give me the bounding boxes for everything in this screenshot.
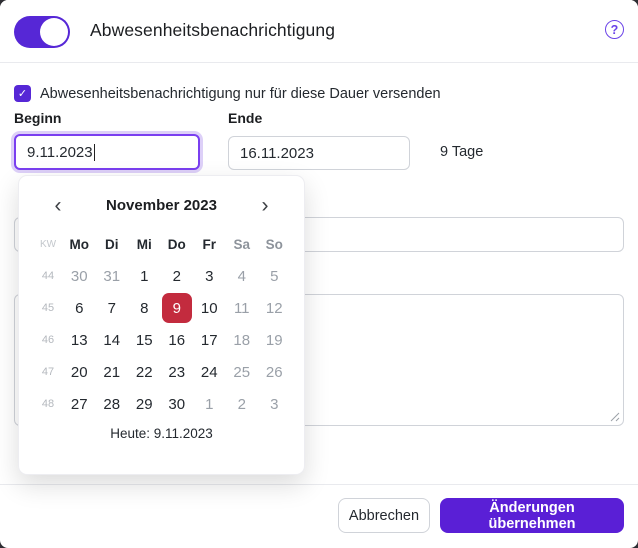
- header-divider: [0, 62, 638, 63]
- calendar-day[interactable]: 2: [161, 260, 194, 292]
- calendar-day[interactable]: 14: [96, 324, 129, 356]
- week-number: 46: [41, 334, 55, 346]
- help-icon[interactable]: ?: [605, 20, 624, 39]
- calendar-col-header: Mo: [69, 236, 90, 252]
- calendar-day[interactable]: 5: [258, 260, 291, 292]
- calendar-day[interactable]: 24: [193, 356, 226, 388]
- calendar-day[interactable]: 18: [226, 324, 259, 356]
- calendar-day[interactable]: 10: [193, 292, 226, 324]
- calendar-day[interactable]: 30: [63, 260, 96, 292]
- end-label: Ende: [228, 110, 263, 126]
- end-date-input[interactable]: 16.11.2023: [228, 136, 410, 170]
- duration-checkbox[interactable]: ✓: [14, 85, 31, 102]
- chevron-left-icon[interactable]: ‹: [47, 194, 69, 216]
- begin-label: Beginn: [14, 110, 62, 126]
- calendar-day[interactable]: 21: [96, 356, 129, 388]
- calendar-day[interactable]: 1: [128, 260, 161, 292]
- calendar-day[interactable]: 3: [193, 260, 226, 292]
- calendar-day[interactable]: 25: [226, 356, 259, 388]
- calendar-today-link[interactable]: Heute: 9.11.2023: [33, 426, 290, 441]
- calendar-month-label: November 2023: [106, 196, 217, 214]
- calendar-col-header: Sa: [233, 236, 250, 252]
- begin-date-value: 9.11.2023: [27, 143, 93, 161]
- calendar-day[interactable]: 11: [226, 292, 259, 324]
- duration-checkbox-label[interactable]: Abwesenheitsbenachrichtigung nur für die…: [40, 86, 441, 102]
- calendar-col-header: Fr: [202, 236, 217, 252]
- date-picker-popup: ‹ November 2023 › KW Mo Di Mi Do Fr Sa So 44 30 31…: [18, 175, 305, 475]
- calendar-day[interactable]: 29: [128, 388, 161, 420]
- duration-days-text: 9 Tage: [440, 144, 484, 160]
- duration-checkbox-row: ✓ Abwesenheitsbenachrichtigung nur für d…: [14, 85, 441, 102]
- calendar-col-header: So: [265, 236, 283, 252]
- chevron-right-icon[interactable]: ›: [254, 194, 276, 216]
- week-number: 45: [41, 302, 55, 314]
- calendar-col-header: Mi: [136, 236, 152, 252]
- week-number: 48: [41, 398, 55, 410]
- calendar-day-selected[interactable]: 9: [161, 292, 194, 324]
- dialog-title: Abwesenheitsbenachrichtigung: [90, 20, 336, 40]
- calendar-day[interactable]: 15: [128, 324, 161, 356]
- text-caret: [93, 143, 95, 161]
- calendar-day[interactable]: 4: [226, 260, 259, 292]
- week-number: 44: [41, 270, 55, 282]
- cancel-button[interactable]: Abbrechen: [338, 498, 430, 533]
- screenshot-stage: Abwesenheitsbenachrichtigung ? ✓ Abwesen…: [0, 0, 638, 548]
- calendar-day[interactable]: 6: [63, 292, 96, 324]
- calendar-day[interactable]: 13: [63, 324, 96, 356]
- calendar-day[interactable]: 16: [161, 324, 194, 356]
- calendar-day[interactable]: 3: [258, 388, 291, 420]
- out-of-office-dialog: Abwesenheitsbenachrichtigung ? ✓ Abwesen…: [0, 0, 638, 548]
- toggle-knob-icon: [40, 18, 68, 46]
- calendar-day[interactable]: 23: [161, 356, 194, 388]
- calendar-day[interactable]: 26: [258, 356, 291, 388]
- calendar-day[interactable]: 20: [63, 356, 96, 388]
- calendar-col-header: Di: [105, 236, 119, 252]
- calendar-day[interactable]: 27: [63, 388, 96, 420]
- calendar-grid: KW Mo Di Mi Do Fr Sa So 44 30 31 1 2 3 4 5 45 6 7 8 9 10 11 12 4…: [33, 228, 290, 420]
- calendar-col-header: KW: [39, 238, 57, 250]
- calendar-day[interactable]: 30: [161, 388, 194, 420]
- calendar-day[interactable]: 28: [96, 388, 129, 420]
- calendar-day[interactable]: 17: [193, 324, 226, 356]
- calendar-col-header: Do: [167, 236, 186, 252]
- absence-toggle[interactable]: [14, 16, 70, 48]
- footer-divider: [0, 484, 638, 485]
- calendar-day[interactable]: 19: [258, 324, 291, 356]
- calendar-day[interactable]: 12: [258, 292, 291, 324]
- begin-date-input[interactable]: 9.11.2023: [14, 134, 200, 170]
- resize-handle-icon[interactable]: [609, 411, 620, 422]
- calendar-day[interactable]: 1: [193, 388, 226, 420]
- end-date-value: 16.11.2023: [240, 144, 314, 162]
- submit-button[interactable]: Änderungen übernehmen: [440, 498, 624, 533]
- week-number: 47: [41, 366, 55, 378]
- calendar-day[interactable]: 31: [96, 260, 129, 292]
- calendar-day[interactable]: 7: [96, 292, 129, 324]
- calendar-day[interactable]: 8: [128, 292, 161, 324]
- calendar-header: ‹ November 2023 ›: [33, 192, 290, 218]
- calendar-day[interactable]: 22: [128, 356, 161, 388]
- dialog-header: Abwesenheitsbenachrichtigung ?: [0, 0, 638, 62]
- calendar-day[interactable]: 2: [226, 388, 259, 420]
